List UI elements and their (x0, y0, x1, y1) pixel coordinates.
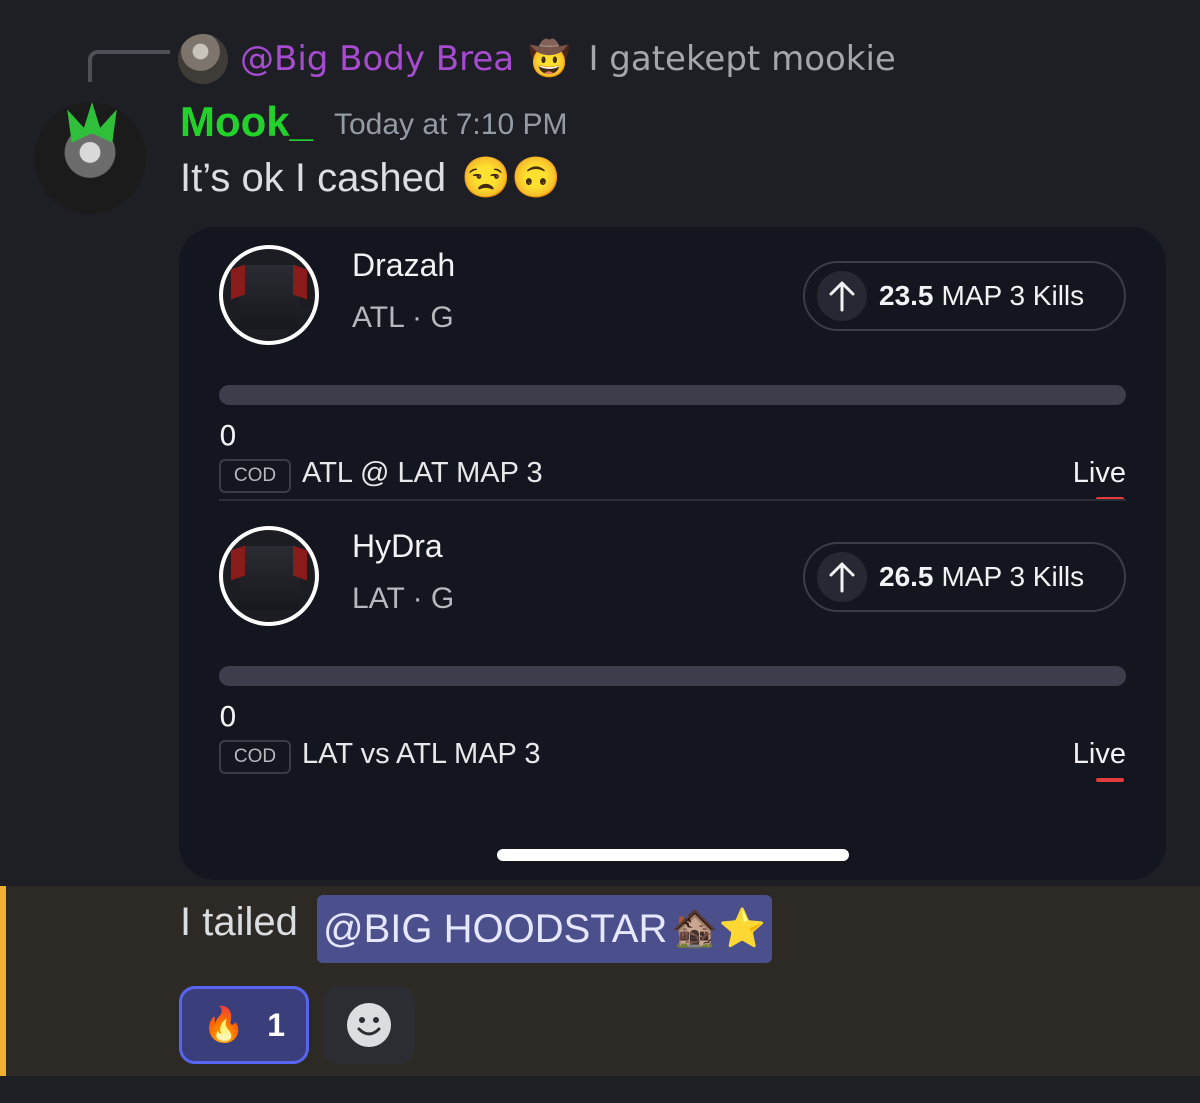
match-label: ATL @ LAT MAP 3 (302, 457, 543, 489)
player-team-position: LAT · G (352, 582, 455, 615)
live-status: Live (1072, 457, 1126, 489)
current-stat-value: 0 (219, 419, 237, 452)
user-mention[interactable]: @BIG HOODSTAR 🏚️⭐ (317, 895, 772, 963)
message-text: I tailed (180, 900, 298, 944)
prop-line-value: 23.5 (879, 280, 934, 311)
message-author-name[interactable]: Mook_ (180, 98, 313, 146)
message-content: It’s ok I cashed 😒🙃 (180, 156, 561, 201)
reply-author-avatar[interactable] (178, 34, 228, 84)
reply-author-emoji: 🤠 (528, 39, 571, 79)
live-indicator (1096, 778, 1124, 782)
player-name: HyDra (352, 528, 443, 564)
current-stat-value: 0 (219, 700, 237, 733)
smiley-face-icon (347, 1003, 391, 1047)
reply-connector (88, 50, 170, 82)
mention-name: @BIG HOODSTAR (323, 906, 668, 951)
reply-author-name[interactable]: @Big Body Brea (240, 39, 514, 79)
up-arrow-icon (817, 552, 867, 602)
home-indicator (497, 849, 849, 861)
up-arrow-icon (817, 271, 867, 321)
prop-line-value: 26.5 (879, 561, 934, 592)
mention-highlight-message: I tailed @BIG HOODSTAR 🏚️⭐ 🔥 1 (0, 886, 1200, 1076)
player-team-position: ATL · G (352, 301, 454, 334)
message-timestamp: Today at 7:10 PM (334, 108, 568, 141)
pick-divider (219, 499, 1126, 501)
reply-text[interactable]: I gatekept mookie (588, 39, 895, 79)
jersey-icon (239, 546, 299, 610)
message-emojis: 😒🙃 (461, 156, 561, 200)
reply-preview[interactable]: @Big Body Brea 🤠 I gatekept mookie (178, 32, 896, 86)
reaction-count: 1 (267, 1006, 286, 1043)
prop-stat: MAP 3 Kills (941, 280, 1085, 311)
reaction-fire[interactable]: 🔥 1 (179, 986, 309, 1064)
prop-line-pill[interactable]: 23.5 MAP 3 Kills (803, 261, 1126, 331)
prop-line-pill[interactable]: 26.5 MAP 3 Kills (803, 542, 1126, 612)
league-badge: COD (219, 459, 291, 493)
user-avatar[interactable] (34, 102, 146, 214)
league-badge: COD (219, 740, 291, 774)
fire-emoji-icon: 🔥 (202, 1006, 246, 1044)
stat-progress-bar (219, 666, 1126, 686)
message-text: It’s ok I cashed (180, 156, 447, 200)
betslip-card[interactable]: Drazah ATL · G 23.5 MAP 3 Kills 0 COD AT… (179, 227, 1166, 880)
prop-stat: MAP 3 Kills (941, 561, 1085, 592)
player-name: Drazah (352, 247, 456, 283)
mention-emojis: 🏚️⭐ (671, 908, 766, 950)
add-reaction-button[interactable] (323, 986, 415, 1064)
live-status: Live (1072, 738, 1126, 770)
stat-progress-bar (219, 385, 1126, 405)
player-jersey-avatar (219, 245, 319, 345)
jersey-icon (239, 265, 299, 329)
player-jersey-avatar (219, 526, 319, 626)
match-label: LAT vs ATL MAP 3 (302, 738, 541, 770)
